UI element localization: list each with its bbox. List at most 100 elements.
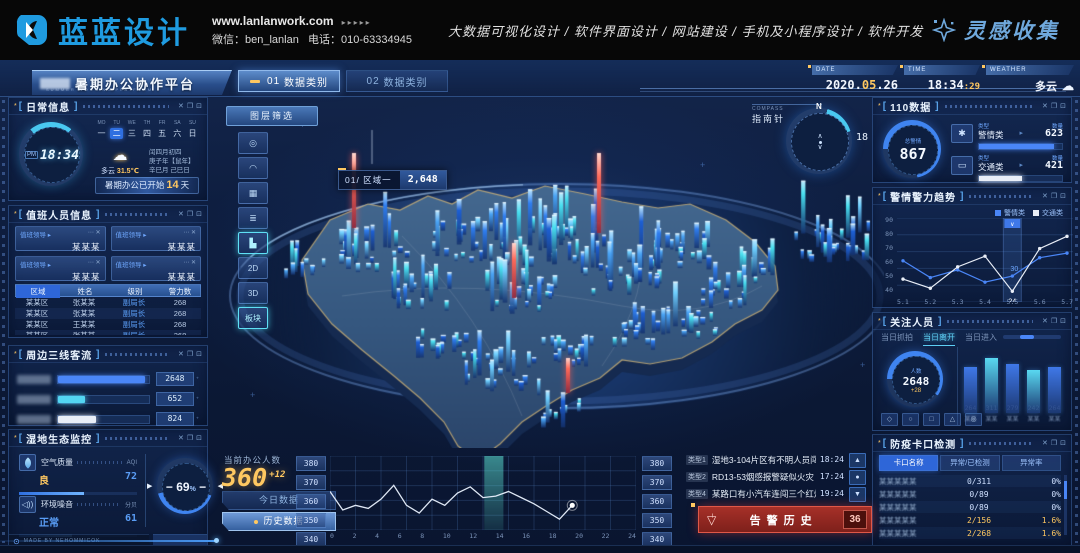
- window-icon[interactable]: ❐: [1051, 439, 1057, 447]
- panel-110-data: *[110数据]✕❐⊡ 总警情867 ✱类型警情类▸数量623▭类型交通类▸数量…: [872, 97, 1072, 183]
- website-link[interactable]: www.lanlanwork.com: [212, 14, 334, 28]
- alert-row[interactable]: 类型1湿地3-104片区有不明人员闯入18:24: [686, 452, 844, 467]
- weather-label: WEATHER: [986, 65, 1074, 75]
- y-tick: 360: [296, 494, 326, 509]
- expand-icon[interactable]: ⊡: [196, 210, 202, 218]
- minimize-icon[interactable]: ✕: [1042, 317, 1048, 325]
- panel-title: 防疫卡口检测: [890, 436, 956, 451]
- minimize-icon[interactable]: ✕: [178, 350, 184, 358]
- duty-leader-card[interactable]: 值班领导 ▸⋯ ✕某某某: [15, 256, 106, 281]
- expand-icon[interactable]: ⊡: [1060, 439, 1066, 447]
- bar-chart-icon[interactable]: ▙: [238, 232, 268, 254]
- collect-label: 灵感收集: [964, 15, 1060, 45]
- table-row[interactable]: 某某区王某某副局长268: [15, 319, 201, 330]
- checkpoint-header-tab[interactable]: 异常率: [1002, 455, 1061, 471]
- services-text: 大数据可视化设计 / 软件界面设计 / 网站建设 / 手机及小程序设计 / 软件…: [448, 21, 923, 40]
- grid-icon[interactable]: ▦: [238, 182, 268, 204]
- window-icon[interactable]: ❐: [187, 350, 193, 358]
- expand-icon[interactable]: ⊡: [1060, 102, 1066, 110]
- minimize-icon[interactable]: ✕: [178, 210, 184, 218]
- window-icon[interactable]: ❐: [187, 102, 193, 110]
- compass-value: 18: [856, 132, 868, 143]
- contact-block: www.lanlanwork.com▸▸▸▸▸ 微信：ben_lanlan 电话…: [212, 14, 412, 47]
- expand-icon[interactable]: ⊡: [1060, 192, 1066, 200]
- minimize-icon[interactable]: ✕: [1042, 439, 1048, 447]
- y-tick: 370: [296, 475, 326, 490]
- layer-button-板块[interactable]: 板块: [238, 307, 268, 329]
- list-icon[interactable]: ≣: [238, 207, 268, 229]
- brand-name: 蓝蓝设计: [58, 8, 190, 52]
- window-icon[interactable]: ❐: [1051, 102, 1057, 110]
- window-icon[interactable]: ❐: [187, 210, 193, 218]
- checkpoint-header-tab[interactable]: 异常/已检测: [940, 455, 999, 471]
- alert-row[interactable]: 类型2RD13-53烟感报警疑似火灾17:24: [686, 469, 844, 484]
- window-icon[interactable]: ❐: [187, 434, 193, 442]
- alert-scroll-down-button[interactable]: ▼: [849, 487, 866, 502]
- checkpoint-row[interactable]: 某某某某某0/890%: [879, 501, 1061, 513]
- alert-history-count: 36: [843, 510, 867, 529]
- compass-widget: COMPASS 指南针 ∧∨ N 18: [752, 104, 872, 125]
- checkpoint-row[interactable]: 某某某某某2/2681.6%: [879, 527, 1061, 539]
- air-quality-item: 空气质量 AQI 良 72: [19, 454, 137, 495]
- checkpoint-row[interactable]: 某某某某某0/3110%: [879, 475, 1061, 487]
- window-icon[interactable]: ❐: [1051, 192, 1057, 200]
- compass-dial[interactable]: ∧∨: [786, 108, 852, 174]
- right-edge-deco: [1075, 100, 1078, 543]
- minimize-icon[interactable]: ✕: [1042, 102, 1048, 110]
- office-chart-xticks: 024681012141618202224: [330, 532, 636, 540]
- duty-leader-card[interactable]: 值班领导 ▸⋯ ✕某某某: [111, 226, 202, 251]
- mini-icon[interactable]: ○: [902, 413, 919, 426]
- panel-title: 日常信息: [26, 99, 70, 114]
- tab-data-category-1[interactable]: 01 数据类别: [238, 70, 340, 92]
- duty-leader-card[interactable]: 值班领导 ▸⋯ ✕某某某: [111, 256, 202, 281]
- alert-history-button[interactable]: ▽! 告警历史 36: [698, 506, 872, 533]
- panel-title: 值班人员信息: [26, 207, 92, 222]
- y-tick: 380: [296, 456, 326, 471]
- bottom-strip: [0, 545, 1080, 553]
- layer-button-2D[interactable]: 2D: [238, 257, 268, 279]
- alert-scroll-indicator[interactable]: ●: [849, 470, 866, 485]
- office-line-chart: [330, 456, 636, 530]
- cloud-icon: ☁: [1062, 79, 1074, 93]
- svg-text:30: 30: [1010, 266, 1018, 273]
- focus-tab[interactable]: 当日进入: [965, 332, 997, 346]
- panel-title: 湿地生态监控: [26, 431, 92, 446]
- ampm-chip: PM: [25, 151, 38, 159]
- alert-row[interactable]: 类型4某路口有小汽车连闯三个红灯19:24: [686, 486, 844, 501]
- focus-slider[interactable]: [1003, 335, 1061, 339]
- alert-scroll-up-button[interactable]: ▲: [849, 453, 866, 468]
- collect-button[interactable]: 灵感收集: [932, 15, 1060, 45]
- panel-title: 周边三线客流: [26, 347, 92, 362]
- divider: [145, 454, 146, 527]
- expand-icon[interactable]: ⊡: [1060, 317, 1066, 325]
- y-tick: 350: [296, 513, 326, 528]
- noise-item: ◁)) 环境噪音 分贝 正常 61: [19, 496, 137, 537]
- checkpoint-row[interactable]: 某某某某某2/1561.6%: [879, 514, 1061, 526]
- table-row[interactable]: 某某区张某某副局长268: [15, 297, 201, 308]
- checkpoint-header-tab[interactable]: 卡口名称: [879, 455, 938, 471]
- focus-tab[interactable]: 当日离开: [923, 332, 955, 346]
- expand-icon[interactable]: ⊡: [196, 350, 202, 358]
- signal-icon[interactable]: ◠: [238, 157, 268, 179]
- layer-filter-panel: 图层筛选 ◎◠▦≣▙2D3D板块: [226, 106, 318, 329]
- mini-icon[interactable]: □: [923, 413, 940, 426]
- tab-data-category-2[interactable]: 02 数据类别: [346, 70, 448, 92]
- sparkle-star-icon: [932, 18, 956, 42]
- layer-button-3D[interactable]: 3D: [238, 282, 268, 304]
- camera-icon[interactable]: ◎: [238, 132, 268, 154]
- checkpoint-row[interactable]: 某某某某某0/890%: [879, 488, 1061, 500]
- map-canvas[interactable]: [222, 116, 884, 448]
- table-row[interactable]: 某某区张某某副局长268: [15, 308, 201, 319]
- mini-icon[interactable]: ◇: [881, 413, 898, 426]
- week-cell: SA六: [171, 120, 184, 139]
- minimize-icon[interactable]: ✕: [178, 434, 184, 442]
- focus-tab[interactable]: 当日抓拍: [881, 332, 913, 346]
- table-row[interactable]: 某某区张某某副局长268: [15, 330, 201, 335]
- scrollbar[interactable]: [1064, 475, 1067, 535]
- window-icon[interactable]: ❐: [1051, 317, 1057, 325]
- expand-icon[interactable]: ⊡: [196, 102, 202, 110]
- expand-icon[interactable]: ⊡: [196, 434, 202, 442]
- minimize-icon[interactable]: ✕: [178, 102, 184, 110]
- minimize-icon[interactable]: ✕: [1042, 192, 1048, 200]
- duty-leader-card[interactable]: 值班领导 ▸⋯ ✕某某某: [15, 226, 106, 251]
